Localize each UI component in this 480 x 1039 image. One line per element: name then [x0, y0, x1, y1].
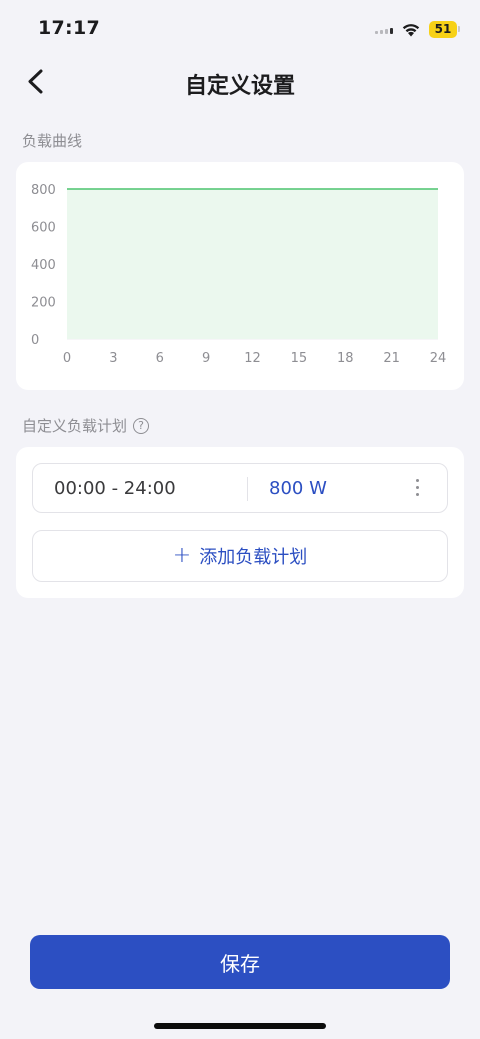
x-tick-label: 0	[63, 351, 71, 366]
save-button[interactable]: 保存	[30, 935, 450, 989]
divider	[247, 477, 248, 501]
page-title: 自定义设置	[184, 74, 295, 99]
x-tick-label: 6	[156, 351, 164, 366]
add-plan-label: 添加负载计划	[199, 547, 308, 568]
plan-section-label: 自定义负载计划 ?	[22, 415, 150, 436]
y-tick-label: 600	[31, 221, 56, 236]
x-tick-label: 24	[430, 351, 447, 366]
load-curve-label: 负载曲线	[22, 130, 82, 151]
y-tick-label: 400	[31, 258, 56, 273]
x-tick-label: 21	[383, 351, 400, 366]
y-tick-label: 0	[31, 333, 39, 348]
plan-item[interactable]: 00:00 - 24:00 800 W	[32, 463, 448, 513]
status-time: 17:17	[38, 17, 100, 39]
x-tick-label: 3	[109, 351, 117, 366]
plus-icon: +	[172, 543, 192, 568]
status-icons: 51	[375, 18, 460, 40]
battery-level: 51	[429, 20, 457, 38]
load-area	[67, 189, 438, 339]
plan-card: 00:00 - 24:00 800 W + 添加负载计划	[16, 447, 464, 598]
y-tick-label: 200	[31, 296, 56, 311]
y-tick-label: 800	[31, 183, 56, 198]
nav-bar: 自定义设置	[0, 56, 480, 108]
question-circle-icon[interactable]: ?	[133, 417, 150, 434]
status-bar: 17:17 51	[0, 0, 480, 56]
x-tick-label: 12	[244, 351, 261, 366]
x-tick-label: 15	[291, 351, 308, 366]
plan-item-power[interactable]: 800 W	[269, 478, 327, 499]
x-tick-label: 9	[202, 351, 210, 366]
cellular-signal-icon	[375, 24, 393, 34]
battery-cap	[458, 26, 460, 32]
load-curve-label-text: 负载曲线	[22, 132, 83, 150]
more-vertical-icon[interactable]	[407, 479, 427, 501]
add-plan-button[interactable]: + 添加负载计划	[32, 530, 448, 582]
load-curve-card: 0 200 400 600 800 0 3 6 9 12 15 18 21 24	[16, 162, 464, 390]
plan-section-label-text: 自定义负载计划	[22, 417, 128, 435]
wifi-icon	[402, 23, 420, 36]
home-indicator	[154, 1023, 326, 1029]
battery-indicator: 51	[429, 20, 460, 38]
load-curve-chart: 0 200 400 600 800 0 3 6 9 12 15 18 21 24	[31, 183, 447, 366]
x-tick-label: 18	[337, 351, 354, 366]
plan-item-time[interactable]: 00:00 - 24:00	[54, 478, 176, 499]
